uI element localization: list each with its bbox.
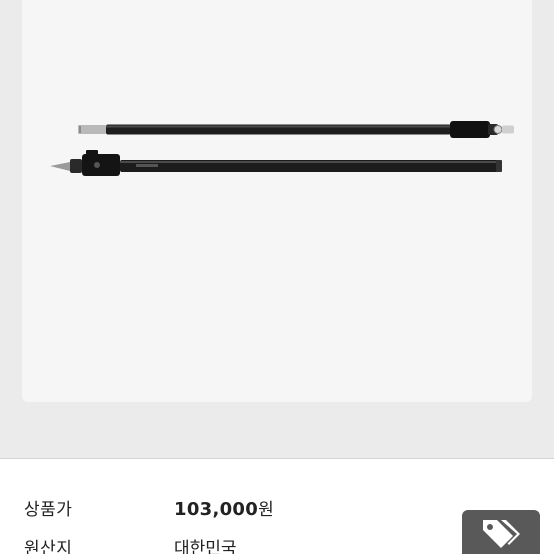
- pole-upper: [78, 121, 514, 138]
- coupon-button[interactable]: [462, 510, 540, 554]
- pole-lower: [50, 150, 502, 176]
- price-value-group: 103,000원: [174, 495, 274, 520]
- price-unit: 원: [258, 500, 274, 520]
- product-image-card[interactable]: [22, 0, 532, 402]
- product-image: [50, 121, 514, 176]
- price-value: 103,000: [174, 499, 259, 520]
- origin-label: 원산지: [24, 539, 73, 554]
- product-detail-page: 상품가 103,000원 원산지 대한민국: [0, 0, 554, 554]
- price-label: 상품가: [24, 500, 73, 520]
- product-info-section: 상품가 103,000원 원산지 대한민국: [0, 459, 554, 554]
- origin-value: 대한민국: [174, 539, 237, 554]
- tags-icon: [483, 520, 520, 548]
